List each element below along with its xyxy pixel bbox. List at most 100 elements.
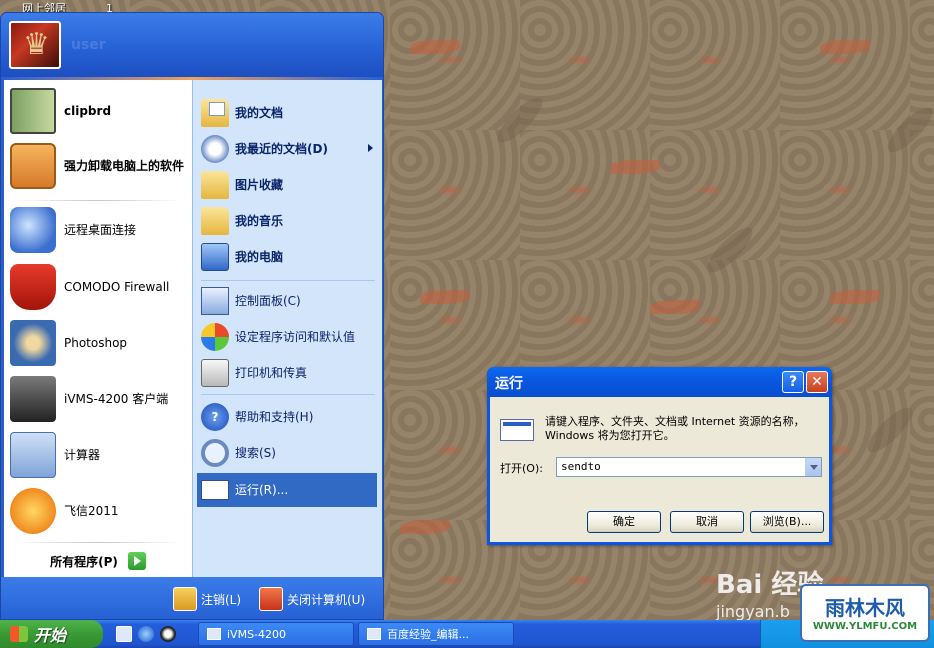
menu-run[interactable]: 运行(R)... [197,473,377,507]
start-menu-left-pane: clipbrd 强力卸载电脑上的软件 远程桌面连接 COMODO Firewal… [4,80,192,577]
task-label: iVMS-4200 [227,627,287,641]
program-photoshop[interactable]: Photoshop [10,317,192,369]
wallpaper-fly [610,160,660,174]
all-programs-button[interactable]: 所有程序(P) [4,546,192,576]
comodo-icon [10,264,56,310]
program-label: 远程桌面连接 [64,222,137,237]
start-menu-header: user [1,13,383,77]
green-arrow-icon [127,552,146,570]
run-description: 请键入程序、文件夹、文档或 Internet 资源的名称，Windows 将为您… [545,415,805,442]
wallpaper-fish [491,91,549,149]
close-icon: ✕ [811,374,823,390]
window-icon [367,628,381,640]
menu-my-documents[interactable]: 我的文档 [197,96,377,130]
my-computer-icon [201,243,229,271]
separator [14,542,182,543]
start-label: 开始 [34,626,67,645]
close-button[interactable]: ✕ [806,371,828,393]
user-avatar[interactable] [9,21,61,69]
run-icon [201,480,229,500]
taskbar: 开始 iVMS-4200 百度经验_编辑... [0,620,934,648]
ok-button[interactable]: 确定 [587,511,661,533]
my-pictures-icon [201,171,229,199]
program-ivms[interactable]: iVMS-4200 客户端 [10,373,192,425]
program-label: iVMS-4200 客户端 [64,391,169,406]
menu-my-pictures[interactable]: 图片收藏 [197,168,377,202]
program-label: 飞信2011 [64,503,119,518]
separator [201,280,375,281]
key-icon [173,587,197,611]
program-calculator[interactable]: 计算器 [10,429,192,481]
default-programs-icon [201,323,229,351]
my-documents-icon [201,99,229,127]
task-baidu[interactable]: 百度经验_编辑... [358,622,514,646]
menu-label: 搜索(S) [235,445,276,460]
program-fetion[interactable]: 飞信2011 [10,485,192,537]
wallpaper-fish [701,221,759,279]
wallpaper-fly [420,290,470,304]
menu-recent-documents[interactable]: 我最近的文档(D) [197,132,377,166]
menu-default-programs[interactable]: 设定程序访问和默认值 [197,320,377,354]
program-remote-desktop[interactable]: 远程桌面连接 [10,204,192,256]
help-button[interactable]: ? [782,371,804,393]
control-panel-icon [201,287,229,315]
task-ivms[interactable]: iVMS-4200 [198,622,354,646]
logoff-label: 注销(L) [201,592,242,607]
uninstall-icon [10,143,56,189]
menu-help[interactable]: ? 帮助和支持(H) [197,400,377,434]
menu-label: 设定程序访问和默认值 [235,329,356,344]
separator [14,200,182,201]
camera-icon [10,376,56,422]
run-command-input[interactable]: sendto [556,457,822,477]
menu-control-panel[interactable]: 控制面板(C) [197,284,377,318]
site-url: WWW.YLMFU.COM [812,621,918,632]
run-dialog: 运行 ? ✕ 请键入程序、文件夹、文档或 Internet 资源的名称，Wind… [487,367,832,545]
menu-my-music[interactable]: 我的音乐 [197,204,377,238]
start-menu-footer: 注销(L) 关闭计算机(U) [1,577,383,619]
show-desktop-icon[interactable] [116,626,132,642]
menu-label: 帮助和支持(H) [235,409,314,424]
start-button[interactable]: 开始 [0,620,103,648]
my-music-icon [201,207,229,235]
chevron-down-icon[interactable] [805,458,821,476]
menu-label: 打印机和传真 [235,365,308,380]
site-logo: 雨林木风 WWW.YLMFU.COM [800,584,930,642]
program-label: COMODO Firewall [64,279,170,294]
remote-desktop-icon [10,207,56,253]
recent-documents-icon [201,135,229,163]
qq-icon[interactable] [160,626,176,642]
menu-label: 我最近的文档(D) [235,141,328,156]
browse-button[interactable]: 浏览(B)... [750,511,824,533]
wallpaper-fly [400,520,450,534]
menu-label: 控制面板(C) [235,293,301,308]
start-menu-right-pane: 我的文档 我最近的文档(D) 图片收藏 我的音乐 我的电脑 控制面板(C) 设定… [192,80,382,577]
menu-search[interactable]: 搜索(S) [197,436,377,470]
run-dialog-titlebar[interactable]: 运行 ? ✕ [487,367,832,397]
site-name: 雨林木风 [825,596,905,620]
program-label: 计算器 [64,447,101,462]
wallpaper-fish [881,101,934,159]
submenu-arrow-icon [368,144,373,152]
shutdown-label: 关闭计算机(U) [287,592,366,607]
program-label: clipbrd [64,103,112,118]
program-clipbrd[interactable]: clipbrd [10,85,192,137]
internet-explorer-icon[interactable] [138,626,154,642]
shutdown-button[interactable]: 关闭计算机(U) [259,585,365,613]
user-name: user [71,37,106,53]
program-label: 强力卸载电脑上的软件 [64,158,185,173]
photoshop-icon [10,320,56,366]
program-comodo[interactable]: COMODO Firewall [10,261,192,313]
separator [201,394,375,395]
clipboard-icon [10,88,56,134]
menu-printers[interactable]: 打印机和传真 [197,356,377,390]
fetion-icon [10,488,56,534]
menu-label: 运行(R)... [235,482,289,497]
logoff-button[interactable]: 注销(L) [173,585,241,613]
wallpaper-fly [410,40,460,54]
cancel-button[interactable]: 取消 [670,511,744,533]
menu-my-computer[interactable]: 我的电脑 [197,240,377,274]
run-dialog-title: 运行 [495,376,523,392]
program-uninstall[interactable]: 强力卸载电脑上的软件 [10,140,192,192]
baidu-url-watermark: jingyan.b [716,602,790,621]
question-icon: ? [788,374,798,390]
